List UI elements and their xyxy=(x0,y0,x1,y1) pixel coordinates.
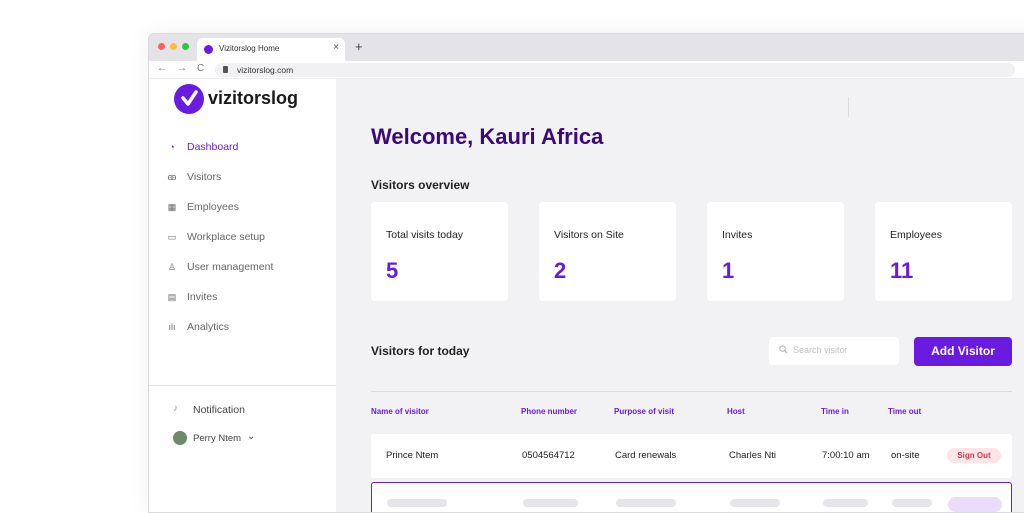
column-header[interactable]: Time in xyxy=(821,407,849,416)
sidebar-item-analytics[interactable]: ılı Analytics xyxy=(167,320,327,338)
obscured-cell xyxy=(387,499,447,507)
visitors-today-title: Visitors for today xyxy=(371,344,470,358)
sidebar-item-label: Analytics xyxy=(187,321,230,333)
row-action-badge[interactable] xyxy=(948,497,1002,512)
visitors-icon: ꙭ xyxy=(167,172,177,182)
minimize-window-button[interactable] xyxy=(170,43,177,50)
time-out: on-site xyxy=(891,450,920,461)
close-tab-icon[interactable]: × xyxy=(333,42,339,53)
column-header[interactable]: Purpose of visit xyxy=(614,407,674,416)
user-name: Perry Ntem xyxy=(193,433,242,444)
table-row[interactable] xyxy=(371,482,1012,512)
obscured-cell xyxy=(892,499,932,507)
notification-label: Notification xyxy=(193,404,245,416)
visit-host: Charles Nti xyxy=(729,450,776,461)
visit-purpose: Card renewals xyxy=(615,450,677,461)
search-icon xyxy=(779,345,788,356)
stat-label: Visitors on Site xyxy=(554,229,624,241)
sidebar-item-label: Workplace setup xyxy=(187,231,266,243)
forward-icon[interactable]: → xyxy=(177,63,187,74)
visitor-name: Prince Ntem xyxy=(386,450,439,461)
column-header[interactable]: Host xyxy=(727,407,745,416)
page-title: Welcome, Kauri Africa xyxy=(371,124,604,149)
back-icon[interactable]: ← xyxy=(157,63,167,74)
stat-label: Invites xyxy=(722,229,753,241)
overview-title: Visitors overview xyxy=(371,178,470,192)
sidebar: vizitorslog ◔ Dashboard ꙭ Visitors ▦ Emp… xyxy=(149,79,336,512)
sidebar-item-label: User management xyxy=(187,261,274,273)
sidebar-item-label: Employees xyxy=(187,201,239,213)
bell-icon: ♪ xyxy=(173,403,178,414)
sign-out-button[interactable]: Sign Out xyxy=(947,448,1001,463)
sidebar-item-workplace-setup[interactable]: ▭ Workplace setup xyxy=(167,230,327,248)
lock-icon xyxy=(223,66,228,73)
stat-value: 11 xyxy=(890,258,914,283)
user-menu[interactable]: Perry Ntem ⌄ xyxy=(173,431,313,447)
employees-icon: ▦ xyxy=(167,202,177,212)
sidebar-divider xyxy=(149,385,336,386)
sidebar-item-employees[interactable]: ▦ Employees xyxy=(167,200,327,218)
table-row[interactable]: Prince Ntem 0504564712 Card renewals Cha… xyxy=(371,434,1012,478)
stat-value: 5 xyxy=(386,258,399,283)
browser-tab[interactable]: Vizitorslog Home × xyxy=(197,38,345,61)
stat-label: Employees xyxy=(890,229,942,241)
stat-value: 1 xyxy=(722,258,735,283)
sidebar-item-label: Dashboard xyxy=(187,141,239,153)
obscured-cell xyxy=(823,499,868,507)
sidebar-item-label: Invites xyxy=(187,291,218,303)
workplace-icon: ▭ xyxy=(167,232,177,242)
notification-link[interactable]: ♪ Notification xyxy=(173,403,313,419)
table-divider xyxy=(371,391,1012,392)
url-field[interactable]: vizitorslog.com xyxy=(215,63,1015,77)
user-icon: ♙ xyxy=(167,262,177,272)
invites-icon: ▤ xyxy=(167,292,177,302)
stat-label: Total visits today xyxy=(386,229,464,241)
favicon-icon xyxy=(204,45,213,54)
tab-title: Vizitorslog Home xyxy=(219,44,280,53)
time-in: 7:00:10 am xyxy=(822,450,870,461)
search-placeholder: Search visitor xyxy=(793,345,848,355)
column-header[interactable]: Name of visitor xyxy=(371,407,429,416)
search-input[interactable]: Search visitor xyxy=(769,337,899,365)
visitor-phone: 0504564712 xyxy=(522,450,575,461)
sidebar-item-visitors[interactable]: ꙭ Visitors xyxy=(167,170,327,188)
stat-value: 2 xyxy=(554,258,567,283)
stat-card-visitors-on-site: Visitors on Site 2 xyxy=(539,202,676,301)
stat-card-invites: Invites 1 xyxy=(707,202,844,301)
brand-name: vizitorslog xyxy=(208,88,299,108)
stat-card-employees: Employees 11 xyxy=(875,202,1012,301)
stat-card-total-visits: Total visits today 5 xyxy=(371,202,508,301)
reload-icon[interactable]: C xyxy=(197,63,204,74)
url-text: vizitorslog.com xyxy=(237,65,294,75)
sidebar-item-user-management[interactable]: ♙ User management xyxy=(167,260,327,278)
maximize-window-button[interactable] xyxy=(182,43,189,50)
header-divider xyxy=(848,97,849,117)
browser-window: Vizitorslog Home × + ← → C vizitorslog.c… xyxy=(148,33,1024,513)
logo-icon xyxy=(174,84,204,114)
add-visitor-button[interactable]: Add Visitor xyxy=(914,337,1012,366)
column-header[interactable]: Phone number xyxy=(521,407,577,416)
obscured-cell xyxy=(523,499,578,507)
address-bar: ← → C vizitorslog.com xyxy=(149,61,1024,79)
dashboard-icon: ◔ xyxy=(169,142,175,152)
obscured-cell xyxy=(616,499,676,507)
sidebar-item-label: Visitors xyxy=(187,171,222,183)
avatar xyxy=(173,431,187,445)
sidebar-item-dashboard[interactable]: ◔ Dashboard xyxy=(167,140,327,158)
analytics-icon: ılı xyxy=(168,322,176,332)
tab-bar: Vizitorslog Home × + xyxy=(149,34,1024,61)
new-tab-button[interactable]: + xyxy=(355,39,363,54)
sidebar-item-invites[interactable]: ▤ Invites xyxy=(167,290,327,308)
close-window-button[interactable] xyxy=(158,43,165,50)
main-content: Welcome, Kauri Africa Visitors overview … xyxy=(336,79,1024,512)
obscured-cell xyxy=(730,499,780,507)
column-header[interactable]: Time out xyxy=(888,407,921,416)
chevron-down-icon[interactable]: ⌄ xyxy=(247,431,255,442)
